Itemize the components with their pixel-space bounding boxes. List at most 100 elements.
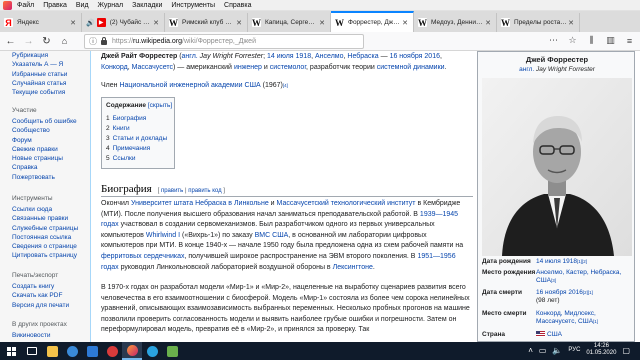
firefox-taskbar-icon[interactable] [122, 342, 142, 360]
sidebar-item-index[interactable]: Указатель А — Я [12, 60, 67, 69]
toc-item[interactable]: 5 Ссылки [106, 154, 170, 164]
reference[interactable]: [1] [593, 319, 598, 324]
bookmark-star-icon[interactable]: ☆ [566, 34, 579, 47]
task-view-icon[interactable] [22, 342, 42, 360]
lang-link[interactable]: англ. [182, 53, 198, 60]
store-icon[interactable] [82, 342, 102, 360]
edit-link[interactable]: править [161, 188, 183, 194]
tab-roman-club[interactable]: W Римский клуб — Вик... ✕ [165, 13, 248, 32]
birth-state-link[interactable]: Небраска [347, 53, 378, 60]
unl-link[interactable]: Университет штата Небраска в Линкольне [131, 200, 269, 207]
toc-item[interactable]: 1 Биография [106, 114, 170, 124]
engineer-link[interactable]: инженер [234, 64, 262, 71]
chevron-up-icon[interactable]: ˄ [528, 346, 533, 355]
close-tab-icon[interactable]: ✕ [567, 19, 575, 27]
birth-place-link[interactable]: Анселмо [315, 53, 344, 60]
sidebar-item-related-changes[interactable]: Связанные правки [12, 214, 78, 223]
sidebar-item-wikinews[interactable]: Викиновости [12, 331, 67, 340]
reference[interactable]: [4] [283, 83, 288, 88]
death-place-link[interactable]: Конкорд [101, 64, 128, 71]
telegram-icon[interactable] [142, 342, 162, 360]
country-link[interactable]: США [547, 331, 562, 338]
us-navy-link[interactable]: ВМС США [255, 232, 289, 239]
lock-icon[interactable] [101, 36, 107, 45]
sidebar-item-special-pages[interactable]: Служебные страницы [12, 224, 78, 233]
systemologist-link[interactable]: системолог [270, 64, 306, 71]
info-icon[interactable]: ⓘ [89, 36, 97, 47]
home-icon[interactable]: ⌂ [57, 34, 72, 49]
portrait-photo[interactable] [482, 78, 632, 256]
windows-start-button[interactable] [0, 342, 22, 360]
app-icon[interactable] [162, 342, 182, 360]
sidebar-item-featured[interactable]: Избранные статьи [12, 70, 67, 79]
menu-hamburger-icon[interactable]: ≡ [623, 34, 636, 47]
reload-icon[interactable]: ↻ [39, 34, 54, 49]
lang-link[interactable]: англ. [519, 66, 534, 73]
sidebar-item-what-links-here[interactable]: Ссылки сюда [12, 205, 78, 214]
death-date-link[interactable]: 16 ноября 2016 [536, 289, 583, 296]
tab-yandex[interactable]: Я Яндекс ✕ [0, 13, 82, 32]
forward-arrow-icon[interactable]: → [21, 34, 36, 49]
toc-item[interactable]: 2 Книги [106, 124, 170, 134]
whirlwind-link[interactable]: Whirlwind I [146, 232, 180, 239]
file-explorer-icon[interactable] [42, 342, 62, 360]
address-bar[interactable]: ⓘ https://ru.wikipedia.org/wiki/Форресте… [84, 33, 364, 49]
network-icon[interactable]: ▭ [539, 346, 547, 355]
system-dynamics-link[interactable]: системной динамики [377, 64, 445, 71]
clock[interactable]: 14:26 01.05.2020 [586, 343, 616, 357]
menu-history[interactable]: Журнал [98, 2, 124, 9]
sidebar-item-cite[interactable]: Цитировать страницу [12, 251, 78, 260]
language-indicator[interactable]: РУС [568, 347, 580, 353]
tab-meadows[interactable]: W Медоуз, Деннис — Ви... ✕ [414, 13, 497, 32]
notifications-icon[interactable]: ▢ [622, 346, 630, 355]
reference[interactable]: [2][1] [583, 290, 593, 295]
edge-icon[interactable] [62, 342, 82, 360]
lexington-link[interactable]: Лексингтоне [333, 264, 373, 271]
sidebar-item-random[interactable]: Случайная статья [12, 79, 67, 88]
reference[interactable]: [3] [551, 278, 556, 283]
reference[interactable]: [1][2] [577, 259, 587, 264]
menu-view[interactable]: Вид [76, 2, 89, 9]
sidebar-item-rubrication[interactable]: Рубрикация [12, 51, 67, 60]
death-state-link[interactable]: Массачусетс [132, 64, 173, 71]
nae-link[interactable]: Национальной инженерной академии США [119, 82, 260, 89]
menu-edit[interactable]: Правка [43, 2, 67, 9]
close-tab-icon[interactable]: ✕ [69, 19, 77, 27]
sidebar-item-page-info[interactable]: Сведения о странице [12, 242, 78, 251]
toc-item[interactable]: 3 Статьи и доклады [106, 134, 170, 144]
sidebar-item-new-pages[interactable]: Новые страницы [12, 154, 77, 163]
speaker-icon[interactable]: 🔊 [86, 19, 95, 27]
close-tab-icon[interactable]: ✕ [401, 19, 409, 27]
mit-link[interactable]: Массачусетский технологический институт [277, 200, 416, 207]
sidebar-item-help[interactable]: Справка [12, 163, 77, 172]
sidebar-item-forum[interactable]: Форум [12, 136, 77, 145]
edit-code-link[interactable]: править код [188, 188, 221, 194]
tab-limits-to-growth[interactable]: W Пределы роста — Ви... ✕ [497, 13, 580, 32]
toc-hide-toggle[interactable]: [скрыть] [148, 102, 172, 109]
volume-icon[interactable]: 🔈 [552, 346, 562, 355]
close-tab-icon[interactable]: ✕ [318, 19, 326, 27]
sidebar-item-donate[interactable]: Пожертвовать [12, 173, 77, 182]
birth-date-link[interactable]: 14 июля 1918 [536, 258, 577, 265]
media-icon[interactable] [102, 342, 122, 360]
menu-tools[interactable]: Инструменты [171, 2, 215, 9]
close-tab-icon[interactable]: ✕ [235, 19, 243, 27]
tab-youtube[interactable]: 🔊 ▶ (2) Чубайс о сокращ... ✕ [82, 13, 165, 32]
close-tab-icon[interactable]: ✕ [484, 19, 492, 27]
sidebar-item-permalink[interactable]: Постоянная ссылка [12, 233, 78, 242]
ferrite-core-link[interactable]: ферритовых сердечниках [101, 253, 184, 260]
death-place-link[interactable]: Конкорд, Мидлсекс, Массачусетс, США [536, 310, 596, 325]
menu-file[interactable]: Файл [17, 2, 34, 9]
page-actions-icon[interactable]: ⋯ [547, 34, 560, 47]
back-arrow-icon[interactable]: ← [3, 34, 18, 49]
sidebar-item-community[interactable]: Сообщество [12, 126, 77, 135]
toc-item[interactable]: 4 Примечания [106, 144, 170, 154]
sidebar-item-create-book[interactable]: Создать книгу [12, 282, 69, 291]
birth-place-link[interactable]: Анселмо, Кастер, Небраска, США [536, 269, 621, 284]
tab-forrester[interactable]: W Форрестер, Джей — Ви... ✕ [331, 11, 414, 32]
menu-bookmarks[interactable]: Закладки [132, 2, 162, 9]
sidebar-toggle-icon[interactable]: ▥ [604, 34, 617, 47]
sidebar-item-recent-changes[interactable]: Свежие правки [12, 145, 77, 154]
sidebar-item-download-pdf[interactable]: Скачать как PDF [12, 291, 69, 300]
sidebar-item-report-error[interactable]: Сообщить об ошибке [12, 117, 77, 126]
